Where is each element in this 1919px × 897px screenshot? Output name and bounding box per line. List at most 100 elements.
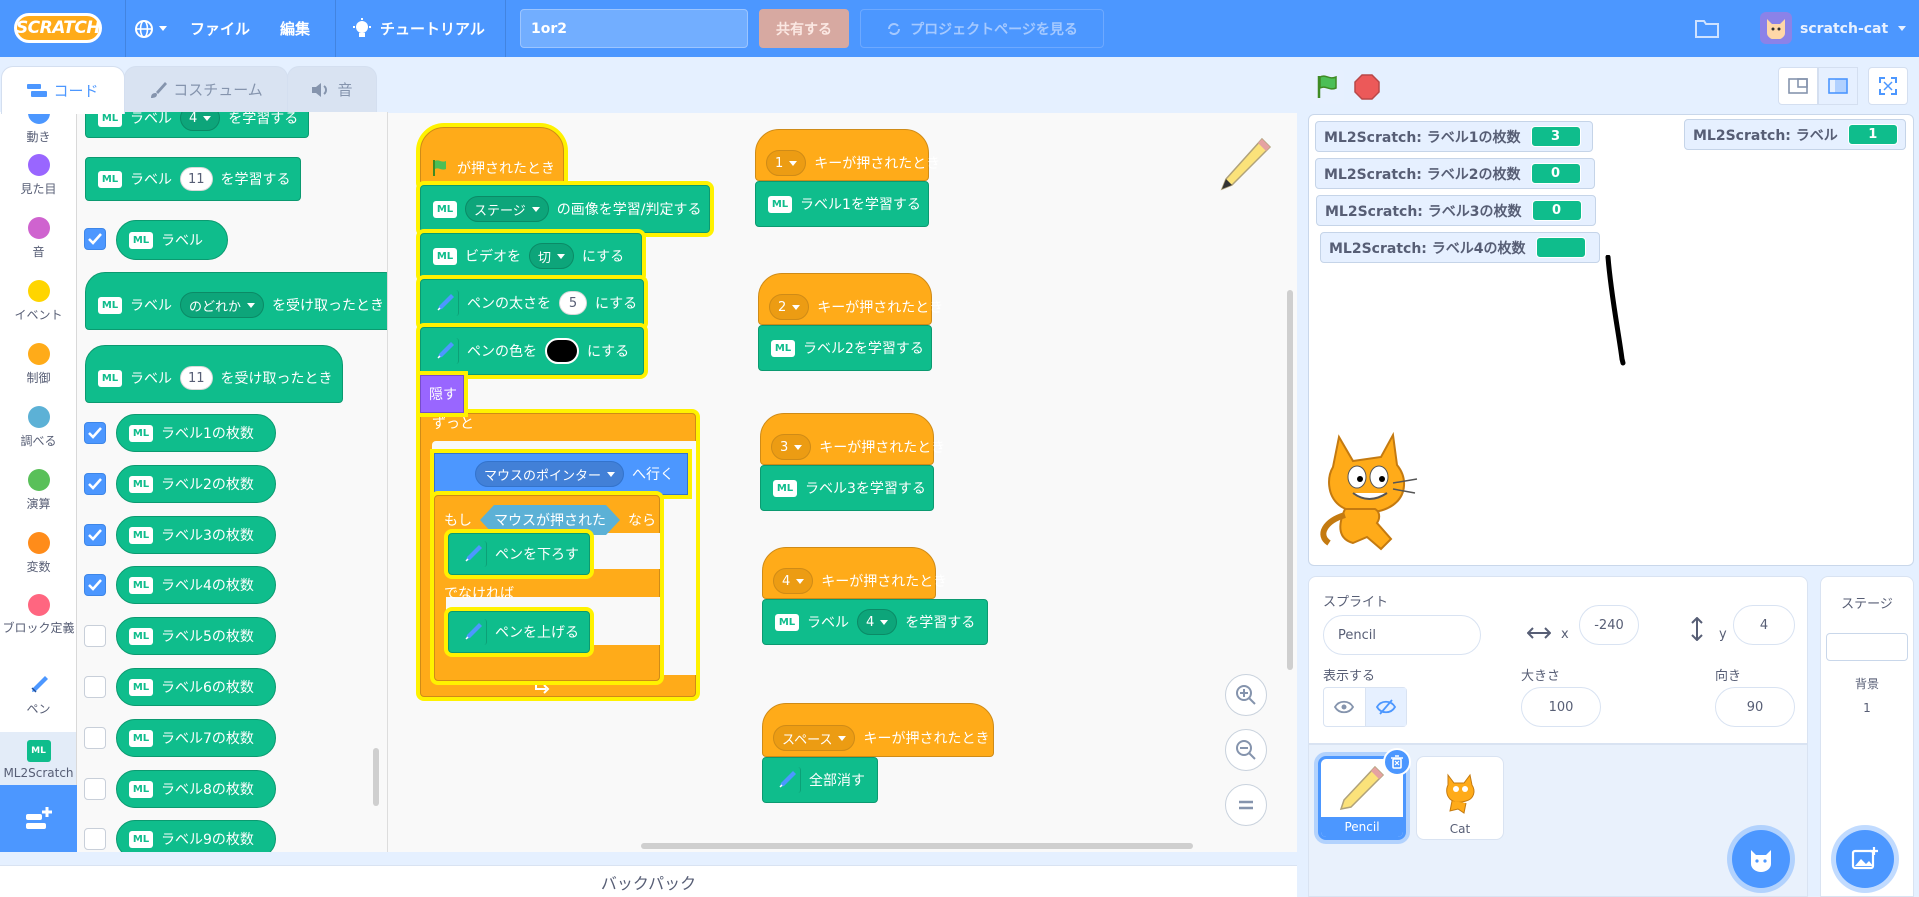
when-key-1-pressed-block[interactable]: 1 キーが押されたとき xyxy=(755,129,940,181)
size-input[interactable]: 100 xyxy=(1521,687,1601,727)
go-to-block[interactable]: マウスのポインター へ行く xyxy=(434,453,688,495)
tab-sounds[interactable]: 音 xyxy=(287,66,377,112)
learn-label1-block[interactable]: ML ラベル1を学習する xyxy=(755,181,929,227)
goto-dropdown[interactable]: マウスのポインター xyxy=(475,461,625,487)
when-receive-11-block[interactable]: ML ラベル 11 を受け取ったとき xyxy=(85,345,343,403)
mouse-down-condition[interactable]: マウスが押された xyxy=(480,505,620,535)
checkbox-label4-count[interactable] xyxy=(84,574,106,596)
number-input[interactable]: 11 xyxy=(180,167,213,191)
key-dropdown[interactable]: スペース xyxy=(773,725,856,751)
small-stage-button[interactable] xyxy=(1778,67,1818,105)
category-looks[interactable]: 見た目 xyxy=(0,154,76,197)
share-button[interactable]: 共有する xyxy=(759,9,849,48)
sprite-name-input[interactable]: Pencil xyxy=(1323,615,1481,655)
checkbox-label2-count[interactable] xyxy=(84,473,106,495)
category-sound[interactable]: 音 xyxy=(0,217,76,260)
learn-label3-block[interactable]: ML ラベル3を学習する xyxy=(760,465,934,511)
add-extension-button[interactable] xyxy=(0,785,77,852)
stage-dropdown[interactable]: ステージ xyxy=(465,196,549,222)
category-pen[interactable]: ペン xyxy=(0,674,76,717)
set-pen-size-block[interactable]: ペンの太さを 5 にする xyxy=(420,279,644,327)
zoom-reset-button[interactable] xyxy=(1225,784,1267,826)
sprite-thumbnail-cat[interactable]: Cat xyxy=(1416,756,1504,840)
key-dropdown[interactable]: 3 xyxy=(771,434,812,460)
number-input[interactable]: 11 xyxy=(180,366,213,390)
checkbox-label1-count[interactable] xyxy=(84,422,106,444)
backpack-header[interactable]: バックパック xyxy=(0,865,1297,897)
checkbox-label8-count[interactable] xyxy=(84,778,106,800)
label4-count-reporter[interactable]: ML ラベル4の枚数 xyxy=(116,566,276,604)
learn-label2-block[interactable]: ML ラベル2を学習する xyxy=(758,325,932,371)
hide-button[interactable] xyxy=(1365,688,1406,726)
label-dropdown[interactable]: のどれか xyxy=(180,292,265,318)
pen-up-block[interactable]: ペンを上げる xyxy=(448,611,590,653)
checkbox-label5-count[interactable] xyxy=(84,625,106,647)
category-variables[interactable]: 変数 xyxy=(0,532,76,575)
number-input[interactable]: 5 xyxy=(559,291,587,315)
folder-icon[interactable] xyxy=(1694,17,1720,39)
palette-scrollbar[interactable] xyxy=(373,748,379,806)
key-dropdown[interactable]: 4 xyxy=(773,568,814,594)
stop-icon[interactable] xyxy=(1354,74,1380,100)
label2-count-reporter[interactable]: ML ラベル2の枚数 xyxy=(116,465,276,503)
show-button[interactable] xyxy=(1324,688,1366,726)
zoom-out-button[interactable] xyxy=(1225,729,1267,771)
tutorials-button[interactable]: チュートリアル xyxy=(352,0,485,57)
category-operators[interactable]: 演算 xyxy=(0,469,76,512)
scratch-logo[interactable]: SCRATCH xyxy=(14,13,102,43)
label8-count-reporter[interactable]: ML ラベル8の枚数 xyxy=(116,770,276,808)
category-sensing[interactable]: 調べる xyxy=(0,406,76,449)
when-key-4-pressed-block[interactable]: 4 キーが押されたとき xyxy=(762,547,947,599)
clear-all-block[interactable]: 全部消す xyxy=(762,757,878,803)
large-stage-button[interactable] xyxy=(1818,67,1858,105)
learn-label-4-block[interactable]: ML ラベル 4 を学習する xyxy=(762,599,988,645)
when-space-pressed-block[interactable]: スペース キーが押されたとき xyxy=(762,703,994,757)
project-title-input[interactable]: 1or2 xyxy=(520,9,748,48)
category-events[interactable]: イベント xyxy=(0,280,76,323)
monitor-label4-count[interactable]: ML2Scratch: ラベル4の枚数 xyxy=(1320,232,1600,263)
avatar[interactable] xyxy=(1760,12,1792,44)
green-flag-button[interactable] xyxy=(1310,70,1344,104)
direction-input[interactable]: 90 xyxy=(1715,687,1795,727)
monitor-label1-count[interactable]: ML2Scratch: ラベル1の枚数 3 xyxy=(1315,121,1593,152)
category-ml2scratch[interactable]: ML ML2Scratch xyxy=(0,732,76,786)
checkbox-label6-count[interactable] xyxy=(84,676,106,698)
tab-code[interactable]: コード xyxy=(1,66,125,114)
file-menu[interactable]: ファイル xyxy=(190,0,250,57)
y-position-input[interactable]: 4 xyxy=(1733,605,1795,645)
label7-count-reporter[interactable]: ML ラベル7の枚数 xyxy=(116,719,276,757)
language-menu[interactable] xyxy=(128,0,172,57)
category-my-blocks[interactable]: ブロック定義 xyxy=(0,594,76,637)
learn-stage-image-block[interactable]: ML ステージ の画像を学習/判定する xyxy=(420,185,710,233)
hide-block[interactable]: 隠す xyxy=(420,375,464,413)
label5-count-reporter[interactable]: ML ラベル5の枚数 xyxy=(116,617,276,655)
checkbox-label7-count[interactable] xyxy=(84,727,106,749)
cat-sprite[interactable] xyxy=(1309,431,1429,561)
category-motion[interactable]: 動き xyxy=(0,112,76,145)
when-key-3-pressed-block[interactable]: 3 キーが押されたとき xyxy=(760,413,945,465)
label1-count-reporter[interactable]: ML ラベル1の枚数 xyxy=(116,414,276,452)
scripts-vertical-scrollbar[interactable] xyxy=(1287,290,1293,670)
stage-canvas[interactable]: ML2Scratch: ラベル1の枚数 3 ML2Scratch: ラベル2の枚… xyxy=(1308,114,1914,566)
label6-count-reporter[interactable]: ML ラベル6の枚数 xyxy=(116,668,276,706)
add-sprite-button[interactable] xyxy=(1732,830,1790,888)
zoom-in-button[interactable] xyxy=(1225,674,1267,716)
script-area[interactable]: ずっと が押されたとき ML ステージ の画像を学習/判定する ML ビデオを … xyxy=(388,113,1297,852)
learn-label-11-block[interactable]: ML ラベル 11 を学習する xyxy=(85,157,301,201)
fullscreen-button[interactable] xyxy=(1868,67,1908,105)
delete-sprite-button[interactable] xyxy=(1383,748,1411,776)
checkbox-label9-count[interactable] xyxy=(84,828,106,850)
stage-thumbnail[interactable] xyxy=(1826,633,1908,661)
key-dropdown[interactable]: 1 xyxy=(766,150,807,176)
tab-costumes[interactable]: コスチューム xyxy=(124,66,288,112)
checkbox-label3-count[interactable] xyxy=(84,524,106,546)
monitor-label3-count[interactable]: ML2Scratch: ラベル3の枚数 0 xyxy=(1316,195,1596,226)
username[interactable]: scratch-cat xyxy=(1800,0,1907,57)
when-key-2-pressed-block[interactable]: 2 キーが押されたとき xyxy=(758,273,943,325)
when-receive-any-block[interactable]: ML ラベル のどれか を受け取ったとき xyxy=(85,272,387,330)
edit-menu[interactable]: 編集 xyxy=(280,0,310,57)
learn-label-block[interactable]: ML ラベル 4 を学習する xyxy=(85,112,309,138)
x-position-input[interactable]: -240 xyxy=(1579,605,1639,645)
set-video-block[interactable]: ML ビデオを 切 にする xyxy=(420,233,642,279)
label3-count-reporter[interactable]: ML ラベル3の枚数 xyxy=(116,516,276,554)
